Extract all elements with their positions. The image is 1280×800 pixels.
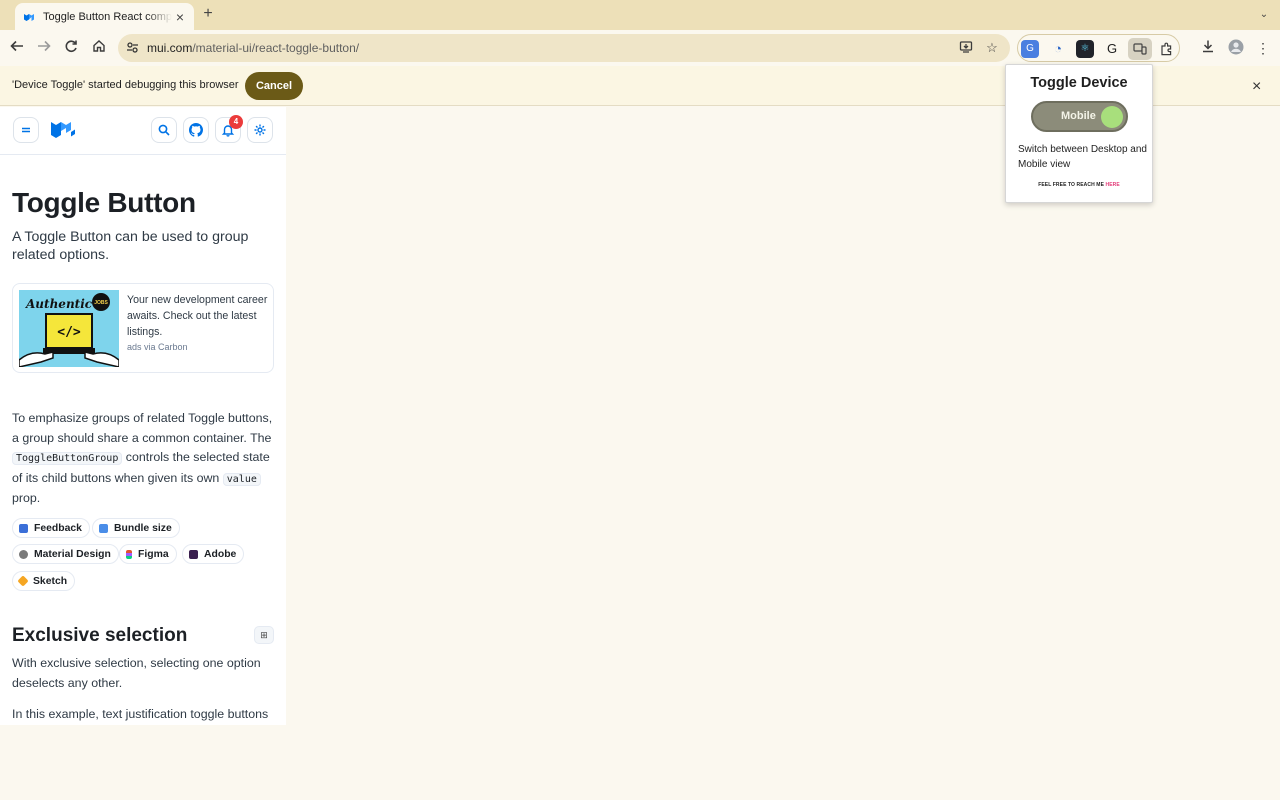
chip-feedback[interactable]: Feedback xyxy=(12,518,90,538)
popup-description: Switch between Desktop and Mobile view xyxy=(1018,144,1147,170)
chip-label: Figma xyxy=(138,548,169,560)
url-text[interactable]: mui.com/material-ui/react-toggle-button/ xyxy=(147,41,359,55)
reload-icon[interactable] xyxy=(62,39,80,57)
footer-link[interactable]: HERE xyxy=(1106,182,1120,188)
infobar-message: 'Device Toggle' started debugging this b… xyxy=(12,79,239,91)
code-toggle-button-group: ToggleButtonGroup xyxy=(12,452,123,466)
site-info-icon[interactable] xyxy=(126,41,139,57)
cancel-debugging-button[interactable]: Cancel xyxy=(245,72,303,100)
toggle-knob xyxy=(1101,106,1123,128)
back-arrow-icon[interactable] xyxy=(8,39,26,57)
chip-sketch[interactable]: Sketch xyxy=(12,571,76,591)
figma-icon xyxy=(126,549,132,559)
compass-extension-icon[interactable]: ◔ xyxy=(1049,40,1067,58)
chip-label: Feedback xyxy=(34,522,82,534)
new-tab-icon[interactable]: + xyxy=(199,5,217,23)
section-paragraph: With exclusive selection, selecting one … xyxy=(12,656,261,690)
tab-strip: Toggle Button React component - Material… xyxy=(0,0,1280,30)
carbon-ad[interactable]: Authentic JOBS </> Your new development … xyxy=(12,283,274,373)
feedback-icon xyxy=(19,523,28,533)
toggle-label: Mobile xyxy=(1061,110,1096,122)
extensions-puzzle-icon[interactable] xyxy=(1158,40,1176,58)
section-heading-exclusive-selection: Exclusive selection xyxy=(12,625,188,646)
forward-arrow-icon[interactable] xyxy=(35,39,53,57)
add-comment-icon[interactable]: ⊞ xyxy=(254,626,274,644)
tab-search-chevron-icon[interactable]: ⌄ xyxy=(1256,7,1272,23)
chip-label: Bundle size xyxy=(114,522,172,534)
notification-badge: 4 xyxy=(229,115,243,129)
github-icon xyxy=(189,123,203,137)
page-subtitle: A Toggle Button can be used to group rel… xyxy=(12,229,249,263)
ad-via-carbon[interactable]: ads via Carbon xyxy=(127,342,188,352)
intro-paragraph: To emphasize groups of related Toggle bu… xyxy=(12,409,278,509)
profile-avatar-icon[interactable] xyxy=(1227,39,1245,57)
gear-icon xyxy=(254,124,266,136)
ad-image-badge: JOBS xyxy=(94,300,108,306)
address-bar[interactable]: mui.com/material-ui/react-toggle-button/… xyxy=(118,34,1010,62)
page-viewport: 4 Toggle Button A Toggle Button can be u… xyxy=(0,107,1280,800)
chip-label: Adobe xyxy=(204,548,237,560)
bookmark-star-icon[interactable]: ☆ xyxy=(984,40,1000,56)
translate-extension-icon[interactable]: G xyxy=(1021,40,1039,58)
search-icon xyxy=(158,124,170,136)
ad-image-script: Authentic xyxy=(25,297,93,311)
device-toggle-popup: Toggle Device Mobile Switch between Desk… xyxy=(1005,64,1153,203)
url-path: /material-ui/react-toggle-button/ xyxy=(192,41,360,55)
material-design-icon xyxy=(19,549,28,559)
footer-text: FEEL FREE TO REACH ME xyxy=(1038,182,1104,188)
url-host: mui.com xyxy=(147,41,193,55)
home-icon[interactable] xyxy=(90,39,108,57)
chip-material-design[interactable]: Material Design xyxy=(12,544,119,564)
mui-logo-icon[interactable] xyxy=(50,119,76,141)
section-paragraph-2: In this example, text justification togg… xyxy=(12,707,269,721)
mobile-page: 4 Toggle Button A Toggle Button can be u… xyxy=(0,107,286,725)
settings-button[interactable] xyxy=(247,117,273,143)
github-button[interactable] xyxy=(183,117,209,143)
tab-close-icon[interactable]: × xyxy=(172,9,188,25)
ad-text[interactable]: Your new development career awaits. Chec… xyxy=(127,292,269,340)
device-toggle-switch[interactable]: Mobile xyxy=(1031,101,1128,132)
code-value: value xyxy=(222,472,261,486)
page-title: Toggle Button xyxy=(12,187,196,218)
install-app-icon[interactable] xyxy=(958,40,974,56)
svg-text:</>: </> xyxy=(57,325,81,340)
search-button[interactable] xyxy=(151,117,177,143)
bundle-size-icon xyxy=(99,523,108,533)
adobe-icon xyxy=(189,549,198,559)
react-devtools-extension-icon[interactable]: ⚛ xyxy=(1076,40,1094,58)
sketch-icon xyxy=(17,575,29,587)
chip-adobe[interactable]: Adobe xyxy=(182,544,245,564)
hamburger-menu-icon xyxy=(22,127,30,133)
downloads-icon[interactable] xyxy=(1199,39,1217,57)
tab-title: Toggle Button React component - Material… xyxy=(43,10,172,23)
chip-label: Material Design xyxy=(34,548,111,560)
grammarly-extension-icon[interactable]: G xyxy=(1103,40,1121,58)
chip-label: Sketch xyxy=(33,575,68,587)
mui-favicon-icon xyxy=(24,13,34,21)
close-infobar-icon[interactable]: × xyxy=(1252,78,1261,96)
browser-toolbar: mui.com/material-ui/react-toggle-button/… xyxy=(0,30,1280,66)
menu-button[interactable] xyxy=(13,117,39,143)
intro-text-1: To emphasize groups of related Toggle bu… xyxy=(12,411,273,445)
ad-image[interactable]: Authentic JOBS </> xyxy=(19,290,119,367)
browser-menu-icon[interactable]: ⋮ xyxy=(1254,39,1272,57)
intro-text-3: prop. xyxy=(12,491,41,506)
popup-footer: FEEL FREE TO REACH ME HERE xyxy=(1006,182,1152,188)
extensions-group: G ◔ ⚛ G xyxy=(1017,34,1180,62)
mui-header: 4 xyxy=(0,107,286,155)
chip-bundle-size[interactable]: Bundle size xyxy=(92,518,180,538)
browser-tab[interactable]: Toggle Button React component - Material… xyxy=(15,3,194,30)
popup-title: Toggle Device xyxy=(1030,75,1128,91)
device-toggle-extension-icon[interactable] xyxy=(1128,38,1152,60)
chip-figma[interactable]: Figma xyxy=(119,544,177,564)
